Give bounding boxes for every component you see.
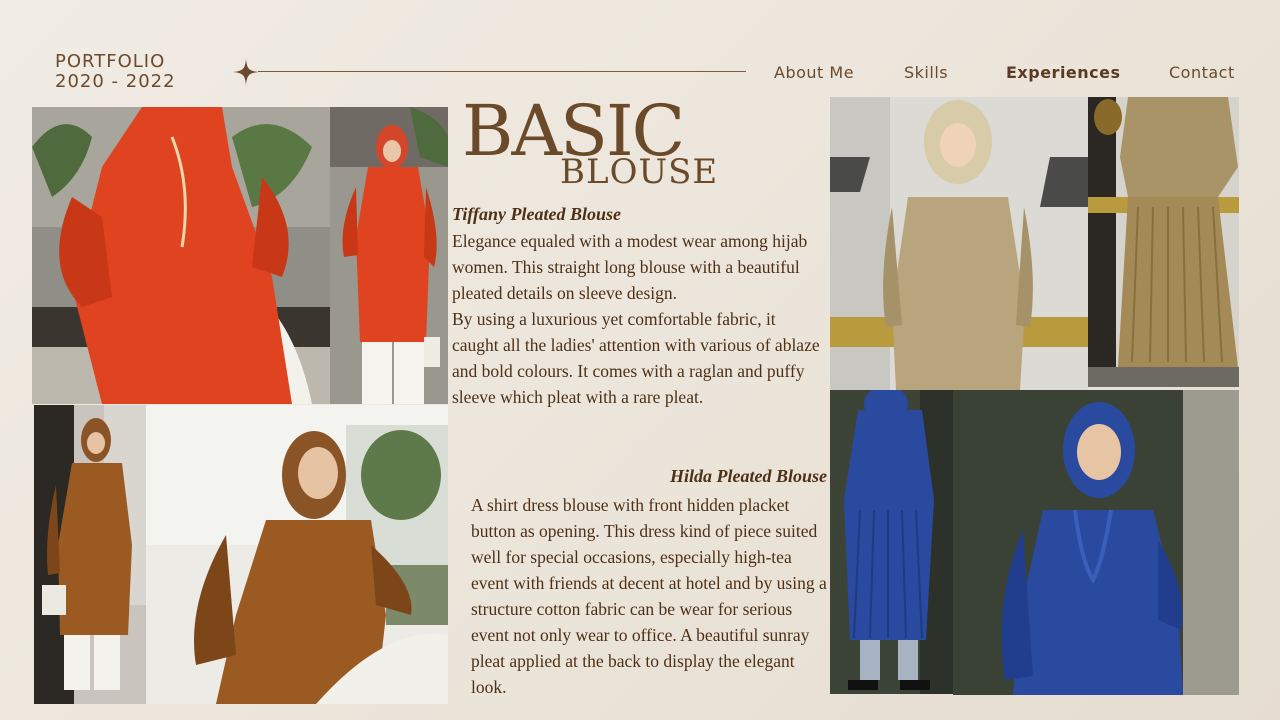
photo-orange-blouse-standing xyxy=(330,107,448,404)
tiffany-paragraph-1: Elegance equaled with a modest wear amon… xyxy=(452,231,808,303)
brand-years: 2020 - 2022 xyxy=(55,71,176,92)
tiffany-description: Elegance equaled with a modest wear amon… xyxy=(452,228,824,410)
nav-experiences[interactable]: Experiences xyxy=(1006,63,1121,82)
nav-contact[interactable]: Contact xyxy=(1169,63,1235,82)
tiffany-heading: Tiffany Pleated Blouse xyxy=(452,204,621,224)
hilda-heading: Hilda Pleated Blouse xyxy=(670,466,827,486)
photo-orange-blouse-seated xyxy=(32,107,330,404)
photo-beige-blouse-front xyxy=(830,97,1088,390)
tiffany-paragraph-2: By using a luxurious yet comfortable fab… xyxy=(452,309,820,407)
photo-brown-blouse-seated xyxy=(146,405,448,704)
brand-title: PORTFOLIO xyxy=(55,51,166,72)
portfolio-page: { "header": { "brand_line1": "PORTFOLIO"… xyxy=(0,0,1280,720)
portfolio-brand: PORTFOLIO 2020 - 2022 xyxy=(55,52,176,92)
photo-blue-pleated-back xyxy=(830,390,953,694)
nav-skills[interactable]: Skills xyxy=(904,63,948,82)
photo-beige-pleated-back xyxy=(1088,97,1239,387)
hilda-description: A shirt dress blouse with front hidden p… xyxy=(471,492,833,700)
photo-brown-blouse-standing xyxy=(34,405,146,704)
header-divider xyxy=(258,71,746,72)
four-point-star-icon xyxy=(233,59,259,85)
title-blouse: BLOUSE xyxy=(560,152,719,192)
hilda-paragraph-1: A shirt dress blouse with front hidden p… xyxy=(471,495,827,697)
photo-blue-blouse-front xyxy=(953,390,1239,695)
nav-about-me[interactable]: About Me xyxy=(774,63,854,82)
